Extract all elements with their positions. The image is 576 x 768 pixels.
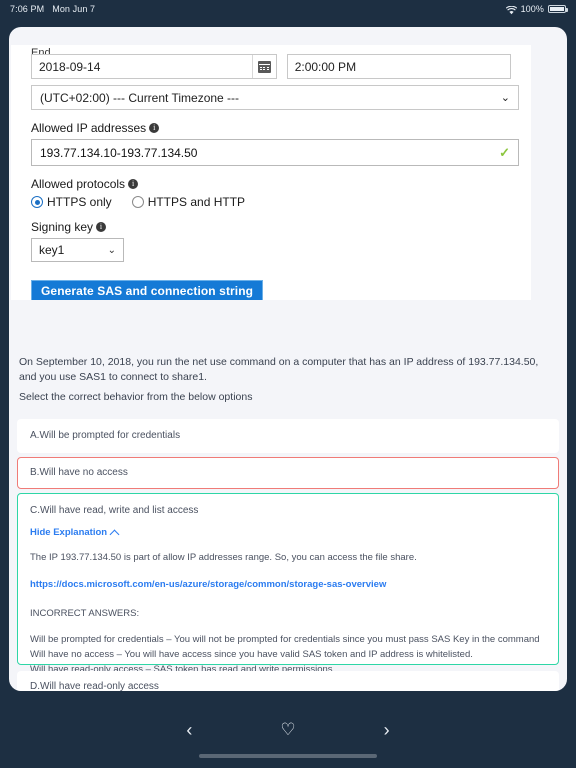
info-icon[interactable]: i (96, 222, 107, 232)
status-time: 7:06 PM (10, 4, 45, 14)
sas-form-screenshot: End 2018-09-14 2:00:00 PM (UTC+02:00) --… (11, 45, 531, 300)
generate-sas-button[interactable]: Generate SAS and connection string (31, 280, 264, 300)
radio-https-and-http[interactable]: HTTPS and HTTP (131, 195, 246, 209)
explanation-text: The IP 193.77.134.50 is part of allow IP… (30, 552, 417, 563)
end-date-field[interactable]: 2018-09-14 (31, 54, 277, 79)
wifi-icon (505, 5, 517, 15)
hide-explanation-label: Hide Explanation (30, 527, 108, 538)
protocol-radio-group: HTTPS only HTTPS and HTTP (31, 195, 511, 209)
radio-https-only-label: HTTPS only (47, 195, 112, 209)
radio-button-unselected[interactable] (131, 196, 144, 208)
signing-key-label-text: Signing key (31, 220, 94, 234)
option-d[interactable]: D.Will have read-only access (17, 671, 559, 691)
incorrect-answers-header: INCORRECT ANSWERS: (30, 608, 140, 620)
chevron-up-icon (109, 529, 120, 540)
option-a[interactable]: A.Will be prompted for credentials (17, 419, 559, 453)
end-label: End (31, 47, 51, 54)
bottom-nav-items: ‹ ♡ › (186, 720, 389, 740)
explanation-link[interactable]: https://docs.microsoft.com/en-us/azure/s… (30, 579, 546, 590)
allowed-protocols-label: Allowed protocols i (31, 177, 511, 191)
chevron-down-icon: ⌄ (107, 244, 116, 256)
timezone-value: (UTC+02:00) --- Current Timezone --- (40, 90, 240, 105)
incorrect-answer-item: Will have no access – You will have acce… (30, 649, 473, 661)
timezone-select[interactable]: (UTC+02:00) --- Current Timezone --- ⌄ (31, 85, 519, 110)
end-time-field[interactable]: 2:00:00 PM (286, 54, 511, 79)
calendar-icon (257, 60, 271, 73)
radio-https-and-http-label: HTTPS and HTTP (147, 195, 246, 209)
allowed-ip-input[interactable]: 193.77.134.10-193.77.134.50 ✓ (31, 139, 519, 166)
allowed-protocols-label-text: Allowed protocols (31, 177, 126, 191)
chevron-left-icon[interactable]: ‹ (186, 721, 192, 739)
end-time-value: 2:00:00 PM (294, 59, 357, 74)
option-b-label: B.Will have no access (30, 467, 128, 478)
hide-explanation-toggle[interactable]: Hide Explanation (30, 527, 546, 540)
status-bar-right: 100% (505, 4, 568, 15)
option-a-label: A.Will be prompted for credentials (30, 430, 181, 441)
signing-key-label: Signing key i (31, 220, 511, 234)
battery-icon (548, 5, 568, 13)
allowed-ip-value: 193.77.134.10-193.77.134.50 (40, 145, 198, 160)
question-scenario: On September 10, 2018, you run the net u… (19, 356, 539, 383)
option-b[interactable]: B.Will have no access (17, 457, 559, 489)
explanation-panel: Hide Explanation The IP 193.77.134.50 is… (18, 527, 558, 687)
chevron-right-icon[interactable]: › (384, 721, 390, 739)
allowed-ip-label: Allowed IP addresses i (31, 121, 511, 135)
question-prompt: Select the correct behavior from the bel… (19, 391, 253, 403)
app-page: End 2018-09-14 2:00:00 PM (UTC+02:00) --… (9, 27, 567, 691)
incorrect-answer-item: Will be prompted for credentials – You w… (30, 634, 540, 646)
checkmark-icon: ✓ (499, 144, 510, 160)
status-bar: 7:06 PM Mon Jun 7 100% (0, 0, 576, 18)
battery-percent: 100% (520, 4, 544, 14)
info-icon[interactable]: i (128, 179, 139, 189)
status-date: Mon Jun 7 (52, 4, 96, 14)
datetime-row: 2018-09-14 2:00:00 PM (31, 54, 511, 79)
calendar-picker-button[interactable] (251, 55, 276, 78)
status-bar-left: 7:06 PM Mon Jun 7 (10, 4, 95, 14)
end-date-value: 2018-09-14 (39, 59, 101, 74)
bottom-nav-bar: ‹ ♡ › (0, 698, 576, 768)
option-c[interactable]: C.Will have read, write and list access … (17, 493, 559, 675)
home-indicator[interactable] (199, 754, 377, 758)
signing-key-select[interactable]: key1 ⌄ (31, 238, 124, 262)
radio-button-selected[interactable] (31, 196, 43, 208)
signing-key-value: key1 (39, 243, 65, 257)
heart-icon[interactable]: ♡ (280, 720, 295, 740)
option-c-label: C.Will have read, write and list access (30, 505, 199, 516)
option-d-label: D.Will have read-only access (30, 681, 159, 691)
chevron-down-icon: ⌄ (500, 92, 510, 104)
radio-https-only[interactable]: HTTPS only (31, 195, 112, 209)
info-icon[interactable]: i (149, 123, 160, 133)
allowed-ip-label-text: Allowed IP addresses (31, 121, 147, 135)
